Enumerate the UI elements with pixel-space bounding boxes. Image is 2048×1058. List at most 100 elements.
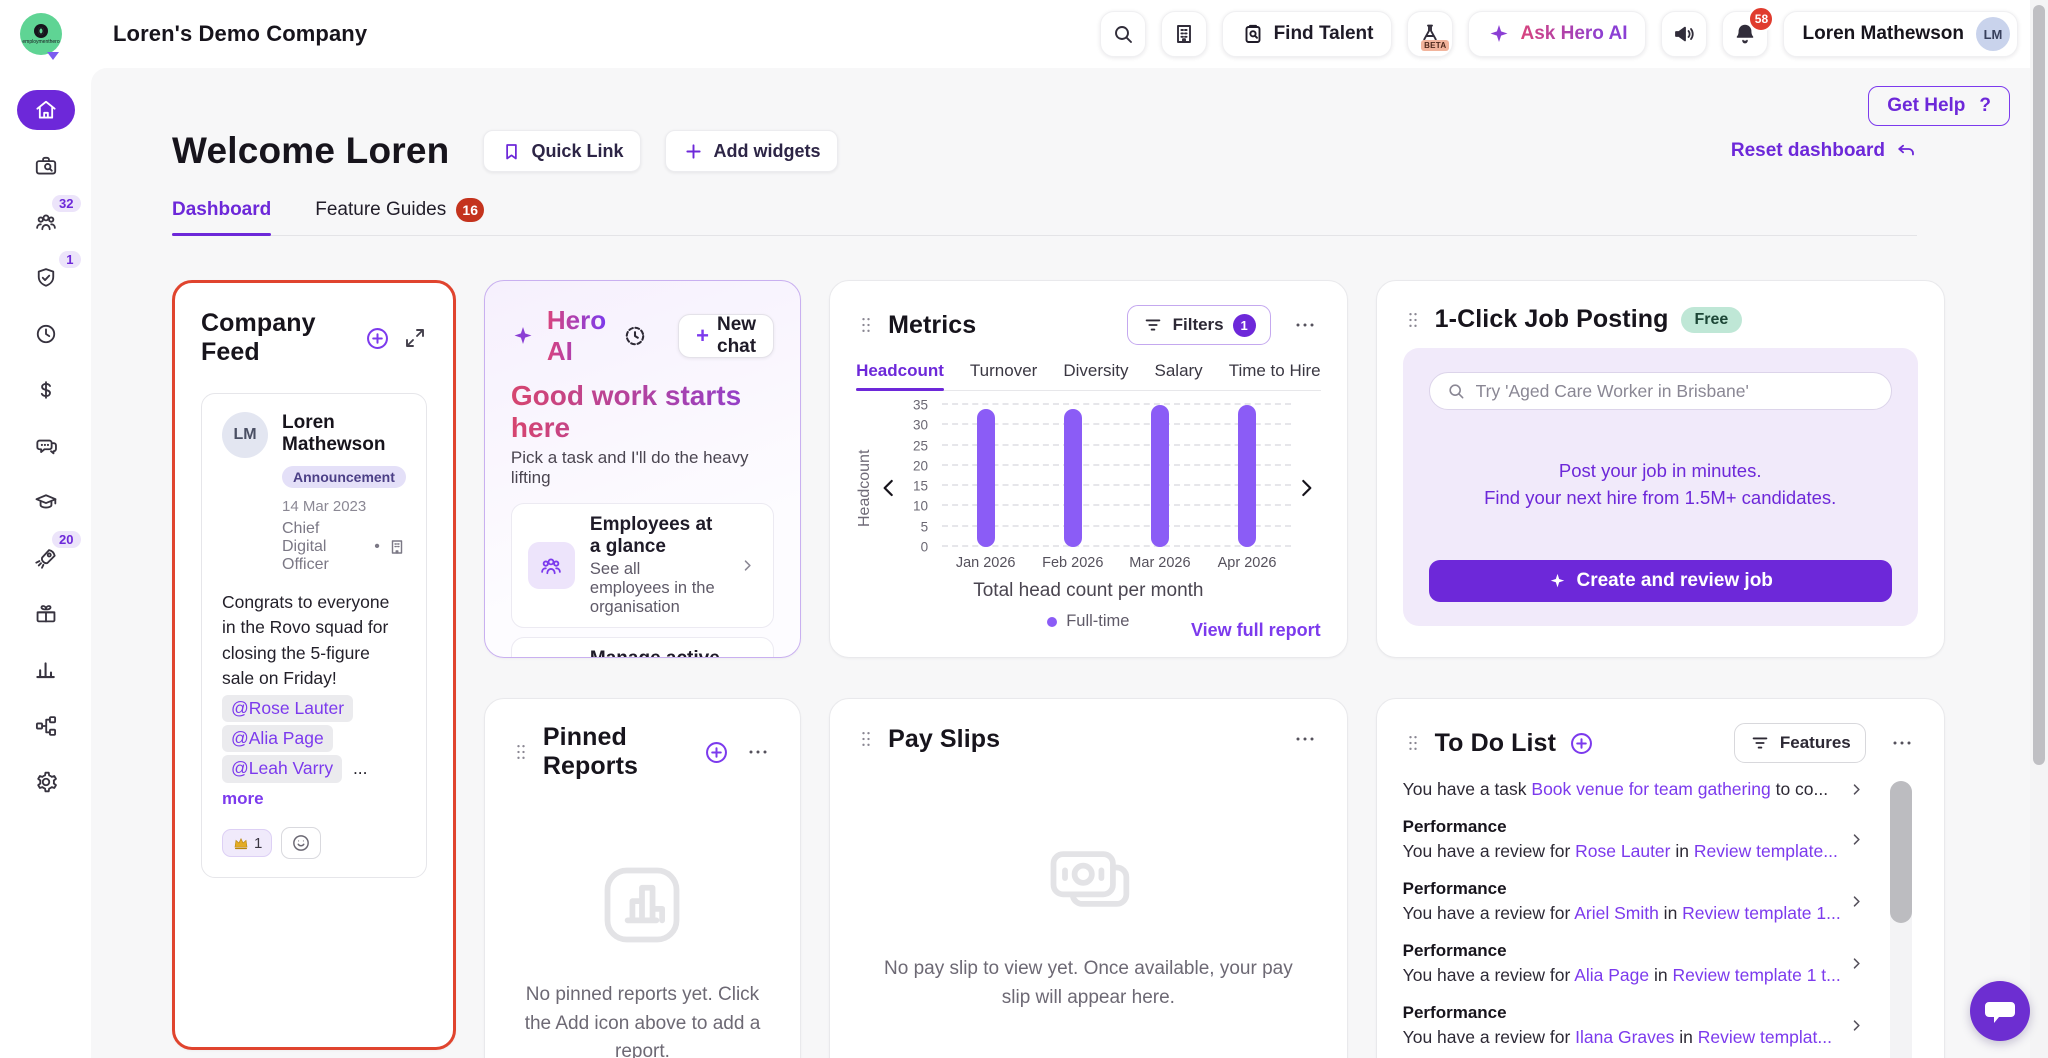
metrics-card: Metrics Filters 1 HeadcountTurnoverDiver… [829, 280, 1348, 658]
mention-chip[interactable]: @Alia Page [222, 725, 333, 752]
page-scrollbar[interactable] [2030, 0, 2048, 1058]
find-talent-button[interactable]: Find Talent [1222, 11, 1393, 57]
mention-chip[interactable]: @Rose Lauter [222, 695, 353, 722]
todo-link[interactable]: Review template... [1694, 841, 1838, 861]
job-search-field[interactable] [1429, 372, 1892, 410]
metric-tab-diversity[interactable]: Diversity [1063, 361, 1128, 390]
sidebar-item-learning[interactable] [17, 482, 75, 522]
drag-handle-icon[interactable] [1403, 733, 1423, 753]
chart-tick-label: 5 [921, 519, 929, 534]
todo-link[interactable]: Book venue for team gathering [1531, 779, 1770, 799]
hero-ai-title: Hero AI [547, 305, 606, 367]
add-task-icon[interactable] [1568, 730, 1595, 757]
todo-scrollbar-thumb[interactable] [1890, 781, 1912, 923]
features-filter-button[interactable]: Features [1734, 723, 1866, 763]
add-reaction-button[interactable] [281, 827, 321, 859]
todo-link[interactable]: Review templat... [1698, 1027, 1832, 1047]
sidebar-item-messages[interactable] [17, 426, 75, 466]
clock-icon [33, 321, 59, 347]
chevron-right-icon [1847, 892, 1866, 911]
more-options-icon[interactable] [1886, 727, 1918, 759]
todo-list-title: To Do List [1435, 729, 1556, 758]
metric-tab-time-to-hire[interactable]: Time to Hire [1229, 361, 1321, 390]
tab-feature-guides[interactable]: Feature Guides 16 [315, 198, 484, 235]
todo-item[interactable]: PerformanceYou have a review for Ariel S… [1403, 879, 1866, 924]
metric-tab-headcount[interactable]: Headcount [856, 361, 944, 390]
todo-item[interactable]: PerformanceYou have a review for Alia Pa… [1403, 941, 1866, 986]
create-review-job-button[interactable]: Create and review job [1429, 560, 1892, 602]
labs-beta-button[interactable]: BETA [1407, 11, 1453, 57]
announcements-button[interactable] [1661, 11, 1707, 57]
more-options-icon[interactable] [1289, 309, 1321, 341]
drag-handle-icon[interactable] [856, 315, 876, 335]
post-date: 14 Mar 2023 [282, 498, 366, 515]
todo-link[interactable]: Ilana Graves [1575, 1027, 1674, 1047]
todo-link[interactable]: Ariel Smith [1574, 903, 1659, 923]
sidebar-item-payroll[interactable] [17, 370, 75, 410]
ask-hero-ai-button[interactable]: Ask Hero AI [1468, 11, 1646, 57]
hero-ai-task[interactable]: Manage active reviewsView and track curr… [511, 637, 774, 658]
metric-tab-turnover[interactable]: Turnover [970, 361, 1037, 390]
chart-tick-label: 20 [913, 458, 928, 473]
chart-prev-icon[interactable] [874, 473, 904, 503]
beta-badge: BETA [1421, 40, 1449, 51]
sidebar-item-benefits[interactable] [17, 594, 75, 634]
expand-icon[interactable] [403, 326, 427, 350]
dashboard-tabs: Dashboard Feature Guides 16 [172, 198, 1917, 236]
reaction-pill[interactable]: 1 [222, 829, 272, 857]
new-chat-button[interactable]: + New chat [678, 314, 774, 358]
sidebar-item-reports[interactable] [17, 650, 75, 690]
todo-link[interactable]: Alia Page [1574, 965, 1649, 985]
sidebar-item-home[interactable] [17, 90, 75, 130]
view-full-report-link[interactable]: View full report [1191, 620, 1321, 641]
chat-history-icon[interactable] [618, 319, 652, 353]
sidebar-item-organisation[interactable] [17, 706, 75, 746]
tab-dashboard[interactable]: Dashboard [172, 198, 271, 235]
todo-link[interactable]: Review template 1 t... [1672, 965, 1840, 985]
add-post-icon[interactable] [364, 325, 391, 352]
todo-item[interactable]: PerformanceYou have a review for Rose La… [1403, 817, 1866, 862]
post-more-link[interactable]: more [222, 787, 264, 812]
todo-link[interactable]: Rose Lauter [1575, 841, 1670, 861]
pay-slips-empty-text: No pay slip to view yet. Once available,… [873, 955, 1303, 1012]
chevron-right-icon [1847, 780, 1866, 799]
organisation-button[interactable] [1161, 11, 1207, 57]
user-menu[interactable]: Loren Mathewson LM [1783, 11, 2018, 57]
company-feed-card: Company Feed LM Loren Mathewson Announce… [172, 280, 456, 1050]
sidebar-item-launch[interactable]: 20 [17, 538, 75, 578]
job-search-input[interactable] [1476, 381, 1875, 402]
quick-link-button[interactable]: Quick Link [483, 130, 641, 172]
sidebar-item-people[interactable]: 32 [17, 202, 75, 242]
metric-tab-salary[interactable]: Salary [1155, 361, 1203, 390]
sidebar-item-time[interactable] [17, 314, 75, 354]
filters-button[interactable]: Filters 1 [1127, 305, 1271, 345]
todo-scrollbar[interactable] [1890, 781, 1912, 1058]
company-logo[interactable]: employmenthero [0, 0, 91, 68]
more-options-icon[interactable] [1289, 723, 1321, 755]
drag-handle-icon[interactable] [856, 729, 876, 749]
add-report-icon[interactable] [703, 739, 730, 766]
payslip-placeholder-icon [1040, 833, 1136, 925]
drag-handle-icon[interactable] [511, 742, 531, 762]
todo-link[interactable]: Review template 1... [1682, 903, 1841, 923]
todo-item[interactable]: You have a task Book venue for team gath… [1403, 779, 1866, 800]
sidebar-item-recruitment[interactable] [17, 146, 75, 186]
drag-handle-icon[interactable] [1403, 310, 1423, 330]
feed-post[interactable]: LM Loren Mathewson Announcement 14 Mar 2… [201, 393, 427, 878]
sidebar-item-compliance[interactable]: 1 [17, 258, 75, 298]
chat-widget-button[interactable] [1970, 981, 2030, 1041]
reset-dashboard-link[interactable]: Reset dashboard [1731, 140, 1917, 162]
todo-item[interactable]: PerformanceYou have a review for Ilana G… [1403, 1003, 1866, 1048]
page-scrollbar-thumb[interactable] [2033, 5, 2045, 765]
chart-next-icon[interactable] [1291, 473, 1321, 503]
more-options-icon[interactable] [742, 736, 774, 768]
notifications-button[interactable]: 58 [1722, 11, 1768, 57]
sidebar-item-settings[interactable] [17, 762, 75, 802]
search-button[interactable] [1100, 11, 1146, 57]
hero-ai-task[interactable]: Employees at a glanceSee all employees i… [511, 503, 774, 628]
mention-chip[interactable]: @Leah Varry [222, 755, 342, 782]
add-widgets-button[interactable]: Add widgets [665, 130, 838, 172]
people-icon [528, 542, 575, 589]
job-posting-title: 1-Click Job Posting [1435, 305, 1669, 334]
bar-feb-2026 [1064, 409, 1082, 547]
